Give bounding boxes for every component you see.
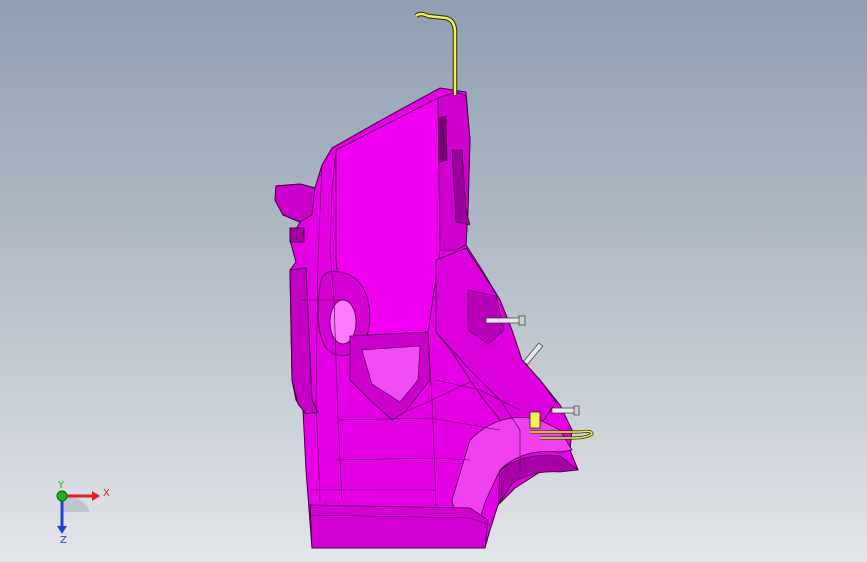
triad-y-axis-dot — [56, 490, 68, 502]
cad-3d-viewport[interactable]: X Y Z — [0, 0, 867, 562]
triad-z-arrow — [57, 526, 67, 534]
triad-y-label: Y — [58, 480, 65, 491]
triad-x-label: X — [103, 488, 110, 499]
triad-z-label: Z — [60, 535, 67, 546]
triad-x-arrow — [92, 491, 100, 501]
orientation-triad[interactable] — [0, 0, 867, 562]
